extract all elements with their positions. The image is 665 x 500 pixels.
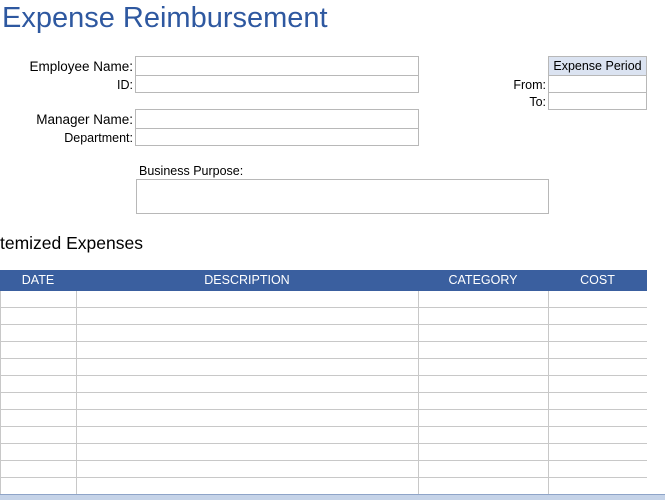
date-cell[interactable]	[0, 324, 77, 342]
column-header-cost[interactable]: COST	[548, 270, 647, 291]
description-cell[interactable]	[76, 375, 419, 393]
date-cell[interactable]	[0, 375, 77, 393]
category-cell[interactable]	[418, 341, 549, 359]
itemized-expenses-title: temized Expenses	[0, 233, 143, 253]
table-row	[0, 307, 647, 325]
category-cell[interactable]	[418, 307, 549, 325]
column-header-description[interactable]: DESCRIPTION	[76, 270, 418, 291]
description-cell[interactable]	[76, 477, 419, 494]
category-cell[interactable]	[418, 443, 549, 461]
date-cell[interactable]	[0, 307, 77, 325]
table-row	[0, 291, 647, 308]
category-cell[interactable]	[418, 375, 549, 393]
description-cell[interactable]	[76, 392, 419, 410]
date-cell[interactable]	[0, 358, 77, 376]
cost-cell[interactable]	[548, 477, 647, 494]
category-cell[interactable]	[418, 426, 549, 444]
expense-period-header: Expense Period	[548, 56, 647, 76]
category-cell[interactable]	[418, 324, 549, 342]
description-cell[interactable]	[76, 409, 419, 427]
cost-cell[interactable]	[548, 291, 647, 308]
date-cell[interactable]	[0, 291, 77, 308]
category-cell[interactable]	[418, 477, 549, 494]
employee-name-label: Employee Name:	[29, 59, 133, 74]
department-field[interactable]	[135, 128, 419, 146]
description-cell[interactable]	[76, 307, 419, 325]
cost-cell[interactable]	[548, 307, 647, 325]
cost-cell[interactable]	[548, 443, 647, 461]
cost-cell[interactable]	[548, 375, 647, 393]
cost-cell[interactable]	[548, 409, 647, 427]
date-cell[interactable]	[0, 443, 77, 461]
expenses-table-header: DATE DESCRIPTION CATEGORY COST	[0, 270, 647, 291]
description-cell[interactable]	[76, 358, 419, 376]
department-label: Department:	[64, 131, 133, 145]
column-header-date[interactable]: DATE	[0, 270, 76, 291]
page-title: Expense Reimbursement	[2, 2, 328, 34]
business-purpose-label: Business Purpose:	[139, 164, 244, 178]
category-cell[interactable]	[418, 409, 549, 427]
category-cell[interactable]	[418, 392, 549, 410]
table-row	[0, 443, 647, 461]
from-label: From:	[513, 78, 546, 92]
date-cell[interactable]	[0, 392, 77, 410]
date-cell[interactable]	[0, 409, 77, 427]
category-cell[interactable]	[418, 358, 549, 376]
sheet-tab-bar[interactable]	[0, 494, 665, 500]
column-header-category[interactable]: CATEGORY	[418, 270, 548, 291]
category-cell[interactable]	[418, 460, 549, 478]
to-label: To:	[529, 95, 546, 109]
description-cell[interactable]	[76, 341, 419, 359]
id-label: ID:	[117, 78, 133, 92]
employee-name-field[interactable]	[135, 56, 419, 76]
from-date-field[interactable]	[548, 75, 647, 93]
business-purpose-field[interactable]	[136, 179, 549, 214]
table-row	[0, 460, 647, 478]
cost-cell[interactable]	[548, 324, 647, 342]
date-cell[interactable]	[0, 460, 77, 478]
description-cell[interactable]	[76, 426, 419, 444]
expenses-table	[0, 291, 647, 494]
description-cell[interactable]	[76, 324, 419, 342]
id-field[interactable]	[135, 75, 419, 93]
cost-cell[interactable]	[548, 341, 647, 359]
to-date-field[interactable]	[548, 92, 647, 110]
table-row	[0, 426, 647, 444]
table-row	[0, 358, 647, 376]
manager-name-label: Manager Name:	[36, 112, 133, 127]
manager-name-field[interactable]	[135, 109, 419, 129]
table-row	[0, 324, 647, 342]
table-row	[0, 341, 647, 359]
table-row	[0, 392, 647, 410]
cost-cell[interactable]	[548, 358, 647, 376]
date-cell[interactable]	[0, 477, 77, 494]
table-row	[0, 477, 647, 494]
table-row	[0, 375, 647, 393]
cost-cell[interactable]	[548, 426, 647, 444]
date-cell[interactable]	[0, 426, 77, 444]
description-cell[interactable]	[76, 460, 419, 478]
category-cell[interactable]	[418, 291, 549, 308]
date-cell[interactable]	[0, 341, 77, 359]
cost-cell[interactable]	[548, 392, 647, 410]
description-cell[interactable]	[76, 291, 419, 308]
cost-cell[interactable]	[548, 460, 647, 478]
description-cell[interactable]	[76, 443, 419, 461]
table-row	[0, 409, 647, 427]
